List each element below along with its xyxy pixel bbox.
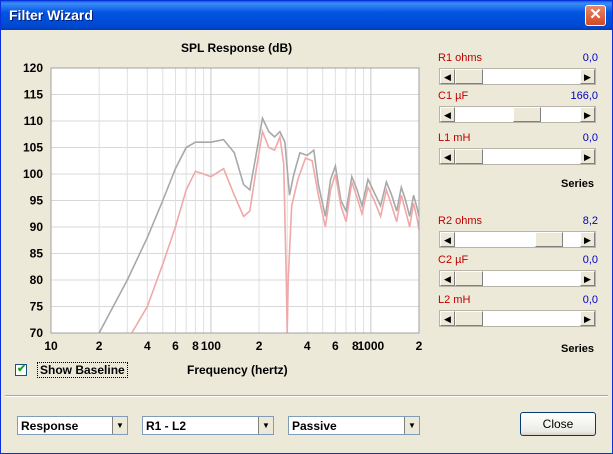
slider-label-3: R2 ohms [438,215,483,227]
x-tick-label: 10 [44,339,58,353]
slider-thumb[interactable] [535,232,563,247]
y-tick-label: 95 [30,194,44,208]
x-tick-label: 6 [172,339,179,353]
series-label-1: Series [561,178,595,190]
slider-right-arrow[interactable]: ▶ [580,149,595,164]
slider-track-0[interactable]: ◀ ▶ [439,68,596,85]
divider [5,395,608,397]
slider-thumb[interactable] [513,107,541,122]
slider-thumb[interactable] [455,69,483,84]
slider-left-arrow[interactable]: ◀ [440,232,455,247]
slider-left-arrow[interactable]: ◀ [440,69,455,84]
arrow-right-icon: ▶ [584,110,591,120]
type-select-value: Passive [292,419,337,433]
x-tick-label: 100 [201,339,221,353]
slider-label-4: C2 µF [438,254,469,266]
slider-right-arrow[interactable]: ▶ [580,69,595,84]
x-tick-label: 4 [144,339,151,353]
y-tick-label: 115 [24,88,44,102]
arrow-left-icon: ◀ [444,235,451,245]
slider-label-0: R1 ohms [438,52,483,64]
arrow-right-icon: ▶ [584,235,591,245]
slider-left-arrow[interactable]: ◀ [440,271,455,286]
slider-thumb[interactable] [455,311,483,326]
mode-select-dropdown[interactable]: ▼ [112,417,127,434]
slider-label-5: L2 mH [438,294,471,306]
x-tick-label: 2 [256,339,263,353]
x-tick-label: 2 [96,339,103,353]
arrow-left-icon: ◀ [444,152,451,162]
chevron-down-icon: ▼ [408,421,416,430]
show-baseline-label[interactable]: Show Baseline [37,362,128,378]
slider-left-arrow[interactable]: ◀ [440,149,455,164]
y-tick-label: 105 [23,141,43,155]
arrow-left-icon: ◀ [444,72,451,82]
spl-response-chart: 707580859095100105110115120 10 2 4 6 8 100 2 4 6… [23,61,423,353]
slider-value-2: 0,0 [582,132,598,144]
y-tick-label: 85 [30,247,44,261]
slider-value-5: 0,0 [582,294,598,306]
arrow-right-icon: ▶ [584,152,591,162]
slider-right-arrow[interactable]: ▶ [580,271,595,286]
y-tick-label: 120 [23,61,43,75]
x-axis-label: Frequency (hertz) [187,363,288,377]
checkbox-box[interactable]: ✔ [15,363,27,376]
arrow-left-icon: ◀ [444,314,451,324]
arrow-left-icon: ◀ [444,274,451,284]
arrow-right-icon: ▶ [584,314,591,324]
mode-select[interactable]: Response ▼ [17,416,128,435]
y-tick-label: 75 [30,300,44,314]
slider-right-arrow[interactable]: ▶ [580,311,595,326]
x-tick-label: 4 [304,339,311,353]
y-tick-label: 80 [30,273,44,287]
slider-value-3: 8,2 [582,215,598,227]
x-tick-label: 6 [332,339,339,353]
slider-thumb[interactable] [455,271,483,286]
y-tick-label: 70 [30,326,44,340]
y-tick-label: 90 [30,220,44,234]
series-label-2: Series [561,343,595,355]
mode-select-value: Response [21,419,79,433]
component-select-value: R1 - L2 [146,419,187,433]
slider-thumb[interactable] [455,149,483,164]
slider-track-1[interactable]: ◀ ▶ [439,106,596,123]
arrow-right-icon: ▶ [584,274,591,284]
close-button[interactable]: Close [520,412,596,436]
slider-right-arrow[interactable]: ▶ [580,107,595,122]
slider-track-3[interactable]: ◀ ▶ [439,231,596,248]
slider-track-4[interactable]: ◀ ▶ [439,270,596,287]
chevron-down-icon: ▼ [116,421,124,430]
slider-value-4: 0,0 [582,254,598,266]
type-select-dropdown[interactable]: ▼ [404,417,419,434]
checkmark-icon: ✔ [17,363,27,375]
slider-track-2[interactable]: ◀ ▶ [439,148,596,165]
arrow-right-icon: ▶ [584,72,591,82]
y-tick-label: 110 [24,114,44,128]
slider-left-arrow[interactable]: ◀ [440,311,455,326]
arrow-left-icon: ◀ [444,110,451,120]
y-tick-label: 100 [23,167,43,181]
chevron-down-icon: ▼ [262,421,270,430]
x-tick-label: 8 [192,339,199,353]
type-select[interactable]: Passive ▼ [288,416,420,435]
x-tick-label: 2 [416,339,423,353]
filter-wizard-window: Filter Wizard ✕ SPL Response (dB) 70 75 80… [0,0,613,454]
slider-track-5[interactable]: ◀ ▶ [439,310,596,327]
slider-left-arrow[interactable]: ◀ [440,107,455,122]
slider-label-2: L1 mH [438,132,471,144]
slider-value-0: 0,0 [582,52,598,64]
slider-value-1: 166,0 [570,90,598,102]
slider-right-arrow[interactable]: ▶ [580,232,595,247]
component-select[interactable]: R1 - L2 ▼ [142,416,274,435]
slider-label-1: C1 µF [438,90,469,102]
x-tick-label: 1000 [358,339,385,353]
component-select-dropdown[interactable]: ▼ [258,417,273,434]
